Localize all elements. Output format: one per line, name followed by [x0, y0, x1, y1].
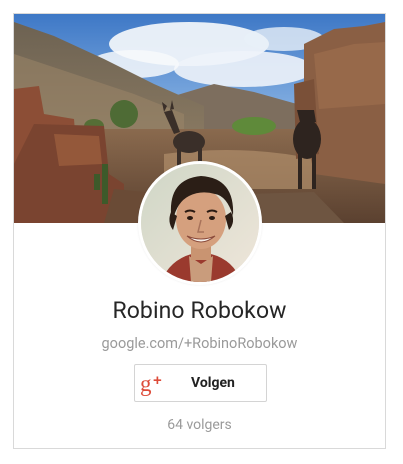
svg-text:+: + [153, 372, 162, 389]
followers-count: 64 volgers [167, 417, 232, 433]
profile-url-link[interactable]: google.com/+RobinoRobokow [14, 334, 385, 354]
profile-avatar[interactable] [141, 164, 259, 282]
profile-name[interactable]: Robino Robokow [14, 296, 385, 326]
follow-button[interactable]: g + Volgen [134, 364, 267, 402]
svg-text:g: g [140, 371, 152, 396]
follow-button-label: Volgen [191, 375, 235, 391]
google-plus-icon: g + [140, 369, 168, 397]
profile-card: Robino Robokow google.com/+RobinoRobokow… [13, 13, 386, 449]
